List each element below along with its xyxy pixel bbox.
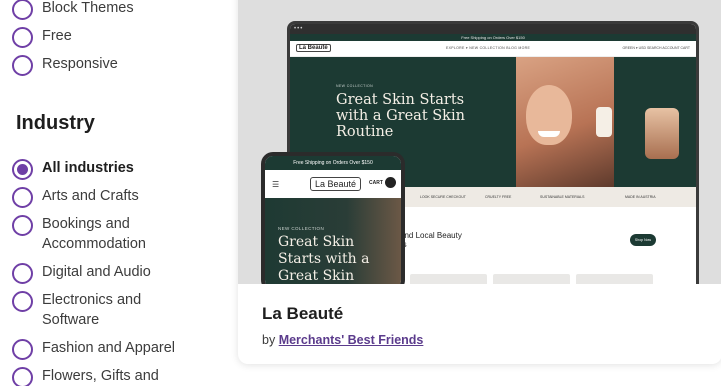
- radio-button[interactable]: [12, 263, 33, 284]
- industry-option-bookings-and-accommodation[interactable]: Bookings and Accommodation: [12, 214, 192, 254]
- radio-button[interactable]: [12, 55, 33, 76]
- section-heading: and Local Beauty rs: [400, 231, 462, 249]
- phone-hero-title: Great Skin Starts with a Great Skin: [278, 234, 370, 284]
- author-link[interactable]: Merchants' Best Friends: [279, 333, 424, 347]
- industry-option-arts-and-crafts[interactable]: Arts and Crafts: [12, 186, 192, 208]
- desktop-nav: La Beauté EXPLORE ▾ NEW COLLECTION BLOG …: [290, 41, 696, 57]
- desktop-nav-right: GREEN ▾ USD SEARCH ACCOUNT CART: [622, 46, 690, 50]
- industry-option-label: Bookings and Accommodation: [42, 216, 146, 252]
- industry-option-label: Fashion and Apparel: [42, 340, 176, 356]
- radio-button[interactable]: [12, 215, 33, 236]
- theme-author-line: by Merchants' Best Friends: [262, 333, 423, 347]
- filter-option-responsive[interactable]: Responsive: [12, 54, 192, 76]
- industry-option-label: Flowers, Gifts and: [42, 368, 159, 384]
- product-tile: [410, 274, 487, 284]
- phone-cart-label: CART: [369, 180, 383, 186]
- theme-preview-image[interactable]: ••• Free Shipping on Orders Over $150 La…: [238, 0, 721, 284]
- hero-title: Great Skin Starts with a Great Skin Rout…: [336, 92, 465, 140]
- shop-now-button: Shop Now: [630, 234, 656, 246]
- theme-title[interactable]: La Beauté: [262, 304, 343, 324]
- filter-sidebar: Block Themes Free Responsive Industry Al…: [0, 0, 230, 386]
- cart-count-icon: [385, 177, 396, 188]
- industry-option-all-industries[interactable]: All industries: [12, 158, 192, 180]
- filter-option-block-themes[interactable]: Block Themes: [12, 0, 192, 20]
- filter-option-label: Responsive: [42, 56, 118, 72]
- industry-option-digital-and-audio[interactable]: Digital and Audio: [12, 262, 192, 284]
- phone-hero: NEW COLLECTION Great Skin Starts with a …: [265, 198, 401, 284]
- industry-option-label: All industries: [42, 160, 134, 176]
- hamburger-menu-icon: ☰: [272, 180, 280, 189]
- radio-button[interactable]: [12, 339, 33, 360]
- browser-chrome: •••: [290, 24, 696, 34]
- phone-nav: ☰ La Beauté CART: [265, 170, 401, 198]
- industry-option-label: Arts and Crafts: [42, 188, 139, 204]
- desktop-logo: La Beauté: [296, 44, 331, 52]
- radio-button-selected[interactable]: [12, 159, 33, 180]
- phone-shipping-bar: Free Shipping on Orders Over $150: [265, 156, 401, 170]
- strip-item: CRUELTY FREE: [485, 195, 512, 199]
- author-prefix: by: [262, 333, 276, 347]
- radio-button[interactable]: [12, 367, 33, 386]
- desktop-shipping-bar: Free Shipping on Orders Over $150: [290, 34, 696, 41]
- strip-item: MADE IN AUSTRIA: [625, 195, 656, 199]
- window-dots-icon: •••: [294, 26, 304, 32]
- desktop-nav-links: EXPLORE ▾ NEW COLLECTION BLOG MORE: [446, 46, 531, 50]
- product-tile: [493, 274, 570, 284]
- industry-option-label: Digital and Audio: [42, 264, 151, 280]
- filter-option-label: Free: [42, 28, 72, 44]
- phone-mockup: Free Shipping on Orders Over $150 ☰ La B…: [261, 152, 405, 284]
- radio-button[interactable]: [12, 27, 33, 48]
- industry-option-label: Electronics and Software: [42, 292, 142, 328]
- strip-item: LOOK SECURE CHECKOUT: [420, 195, 466, 199]
- radio-button[interactable]: [12, 187, 33, 208]
- hero-tag: NEW COLLECTION: [336, 84, 374, 88]
- filter-option-label: Block Themes: [42, 0, 134, 16]
- theme-card[interactable]: ••• Free Shipping on Orders Over $150 La…: [238, 0, 721, 364]
- phone-hero-tag: NEW COLLECTION: [278, 226, 325, 231]
- radio-button[interactable]: [12, 0, 33, 20]
- phone-logo: La Beauté: [310, 177, 362, 191]
- industry-heading: Industry: [16, 112, 95, 134]
- product-tile: [576, 274, 653, 284]
- strip-item: SUSTAINABLE MATERIALS: [540, 195, 585, 199]
- small-model-photo: [645, 108, 679, 159]
- product-bottle-image: [596, 107, 612, 137]
- industry-option-flowers-gifts[interactable]: Flowers, Gifts and: [12, 366, 192, 386]
- industry-option-fashion-and-apparel[interactable]: Fashion and Apparel: [12, 338, 192, 360]
- radio-button[interactable]: [12, 291, 33, 312]
- filter-option-free[interactable]: Free: [12, 26, 192, 48]
- industry-option-electronics-and-software[interactable]: Electronics and Software: [12, 290, 192, 330]
